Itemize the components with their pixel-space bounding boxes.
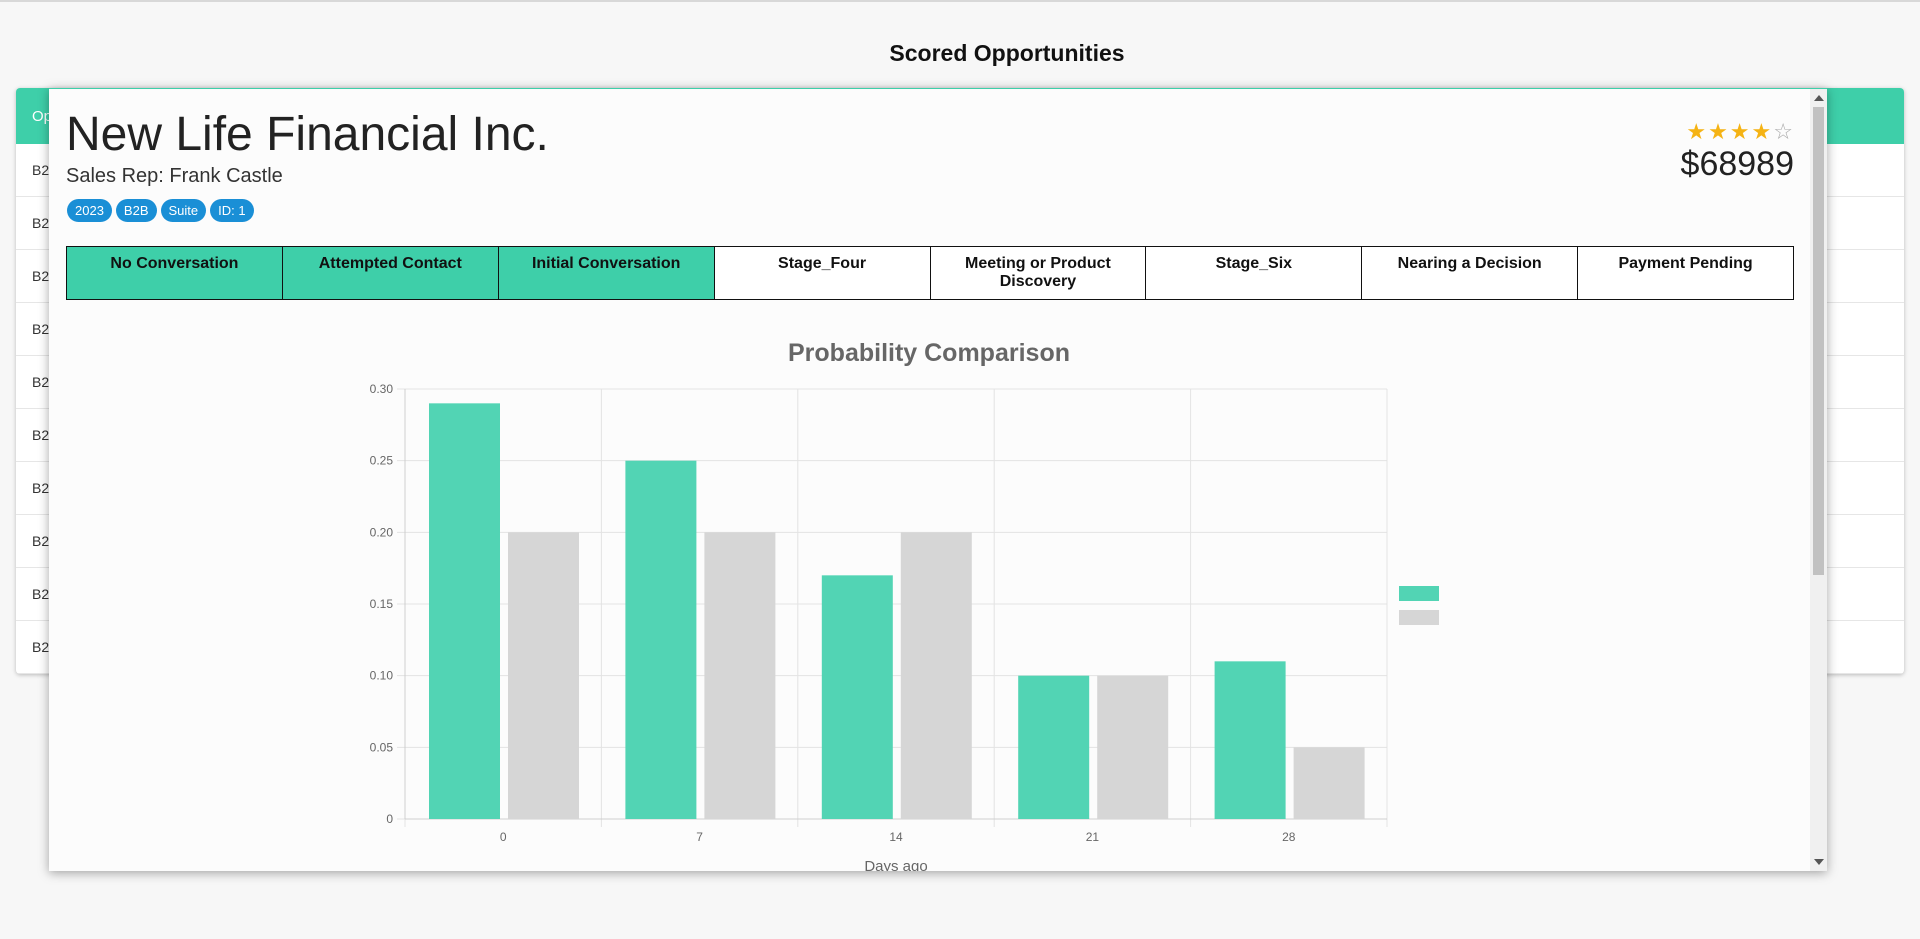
bar xyxy=(1214,661,1286,819)
y-tick-label: 0.30 xyxy=(370,382,394,396)
bar xyxy=(900,532,972,819)
bar xyxy=(1293,747,1365,819)
bar xyxy=(704,532,776,819)
x-tick-label: 14 xyxy=(889,830,903,844)
legend-swatch xyxy=(1399,610,1439,625)
y-tick-label: 0.20 xyxy=(370,525,394,539)
legend-swatch xyxy=(1399,586,1439,601)
y-tick-label: 0 xyxy=(386,812,393,826)
x-tick-label: 7 xyxy=(696,830,703,844)
bar xyxy=(1097,675,1169,819)
scroll-thumb[interactable] xyxy=(1813,107,1824,575)
page-title: Scored Opportunities xyxy=(889,40,1125,66)
bar xyxy=(429,403,500,819)
bar xyxy=(625,460,697,819)
x-tick-label: 28 xyxy=(1282,830,1296,844)
opportunity-modal: New Life Financial Inc. Sales Rep: Frank… xyxy=(49,88,1827,871)
bar xyxy=(821,575,893,819)
bar xyxy=(508,532,579,819)
y-tick-label: 0.15 xyxy=(370,597,394,611)
y-tick-label: 0.25 xyxy=(370,454,394,468)
x-axis-label: Days ago xyxy=(864,858,927,871)
x-tick-label: 0 xyxy=(500,830,507,844)
probability-chart: 0 0.05 0.10 0.15 0.20 0.25 0.30 0 7 14 21 28 Days ag… xyxy=(370,382,1439,871)
modal-scrollbar[interactable] xyxy=(1810,89,1827,871)
y-tick-label: 0.05 xyxy=(370,740,394,754)
y-tick-label: 0.10 xyxy=(370,669,394,683)
scroll-down-icon[interactable] xyxy=(1814,859,1824,865)
bar xyxy=(1018,675,1090,819)
scroll-up-icon[interactable] xyxy=(1814,95,1824,101)
x-tick-label: 21 xyxy=(1086,830,1100,844)
